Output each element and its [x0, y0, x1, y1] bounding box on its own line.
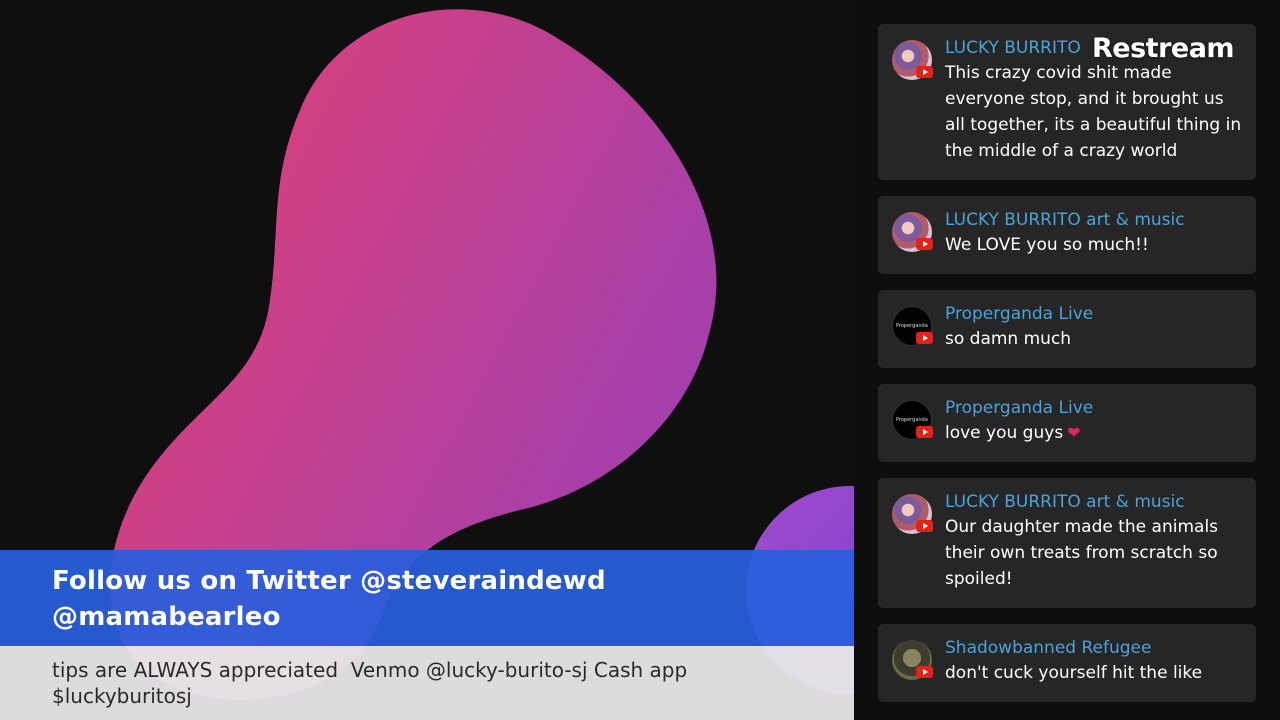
- chat-text-content: love you guys: [945, 423, 1064, 443]
- youtube-icon: [916, 666, 933, 678]
- tips-ticker: tips are ALWAYS appreciated Venmo @lucky…: [0, 646, 854, 720]
- ticker-text: tips are ALWAYS appreciated Venmo @lucky…: [52, 658, 694, 708]
- chat-message: Shadowbanned Refugee don't cuck yourself…: [878, 624, 1256, 702]
- chat-text: We LOVE you so much!!: [945, 235, 1149, 255]
- chat-text: so damn much: [945, 329, 1072, 349]
- chat-text: don't cuck yourself hit the like: [945, 663, 1203, 683]
- chat-author: Properganda Live: [945, 398, 1094, 418]
- chat-message: Properganda Live love you guys❤: [878, 384, 1256, 462]
- chat-text: love you guys ❤: [945, 420, 1242, 446]
- chat-message: Properganda Live so damn much: [878, 290, 1256, 368]
- chat-text: Our daughter made the animals their own …: [945, 517, 1219, 589]
- heart-icon: ❤: [1067, 423, 1081, 442]
- youtube-icon: [916, 332, 933, 344]
- banner-line-1: Follow us on Twitter @steveraindewd: [52, 566, 606, 596]
- youtube-icon: [916, 520, 933, 532]
- chat-author: LUCKY BURRITO art & music: [945, 210, 1185, 230]
- chat-author: Properganda Live: [945, 304, 1094, 324]
- banner-line-2: @mamabearleo: [52, 602, 281, 632]
- chat-text: This crazy covid shit made everyone stop…: [945, 63, 1242, 161]
- youtube-icon: [916, 66, 933, 78]
- chat-message: LUCKY BURRITO art & music We LOVE you so…: [878, 196, 1256, 274]
- youtube-icon: [916, 426, 933, 438]
- chat-author: Shadowbanned Refugee: [945, 638, 1152, 658]
- twitter-banner: Follow us on Twitter @steveraindewd @mam…: [0, 550, 854, 646]
- youtube-icon: [916, 238, 933, 250]
- restream-logo: Restream: [1092, 33, 1235, 64]
- chat-author: LUCKY BURRITO art & music: [945, 492, 1185, 512]
- chat-message: LUCKY BURRITO art & music Our daughter m…: [878, 478, 1256, 608]
